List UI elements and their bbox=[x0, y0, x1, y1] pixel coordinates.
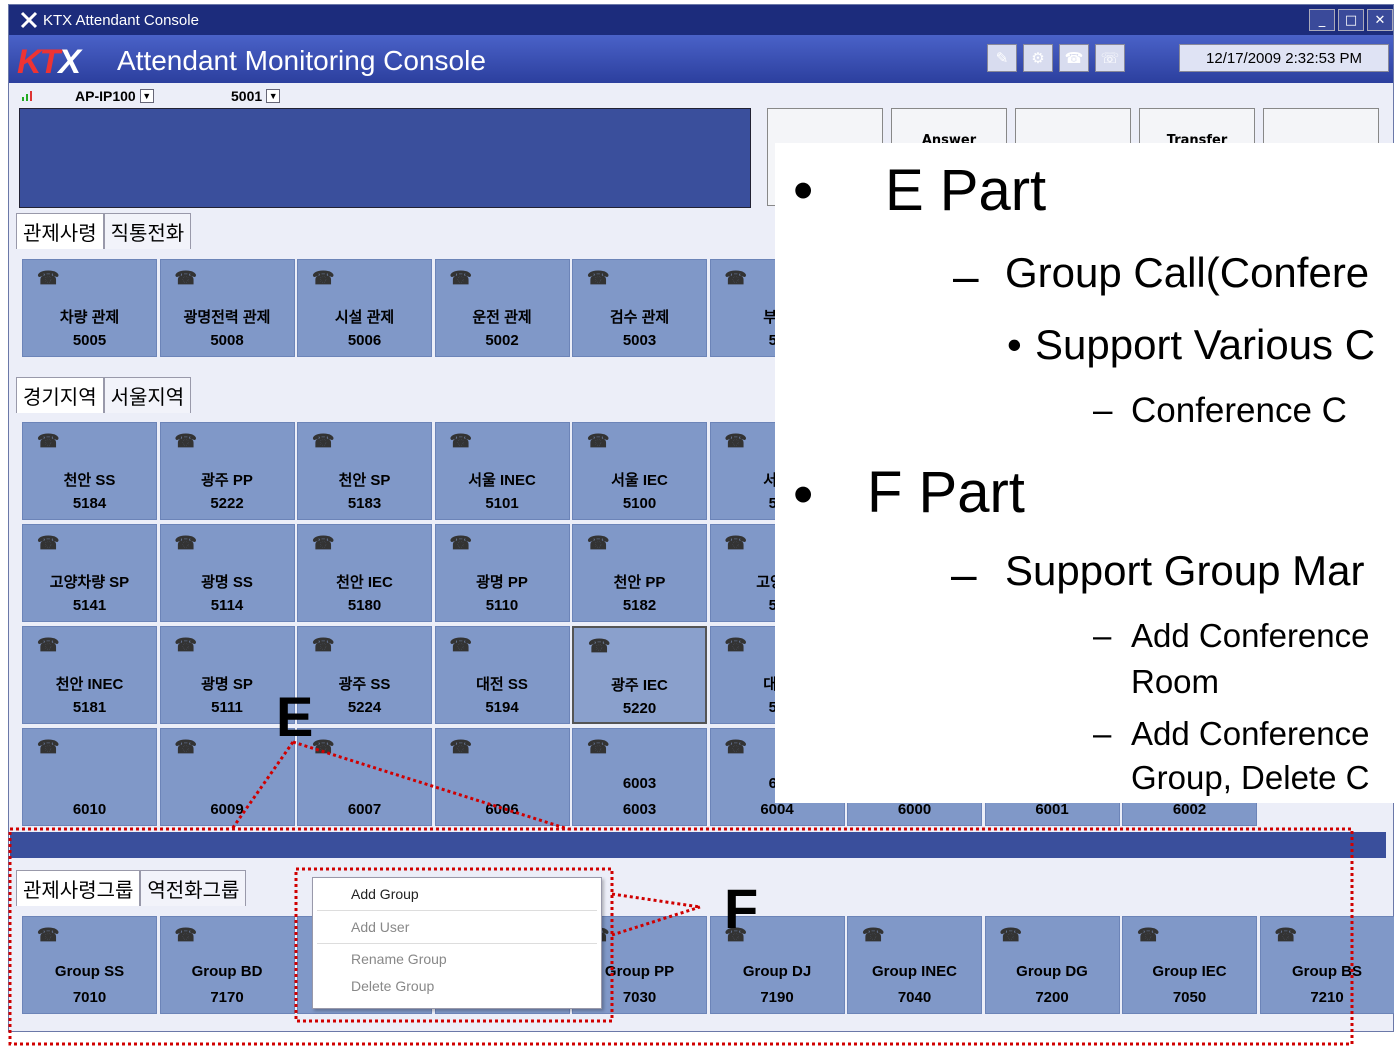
callout-lines bbox=[8, 740, 1354, 1046]
